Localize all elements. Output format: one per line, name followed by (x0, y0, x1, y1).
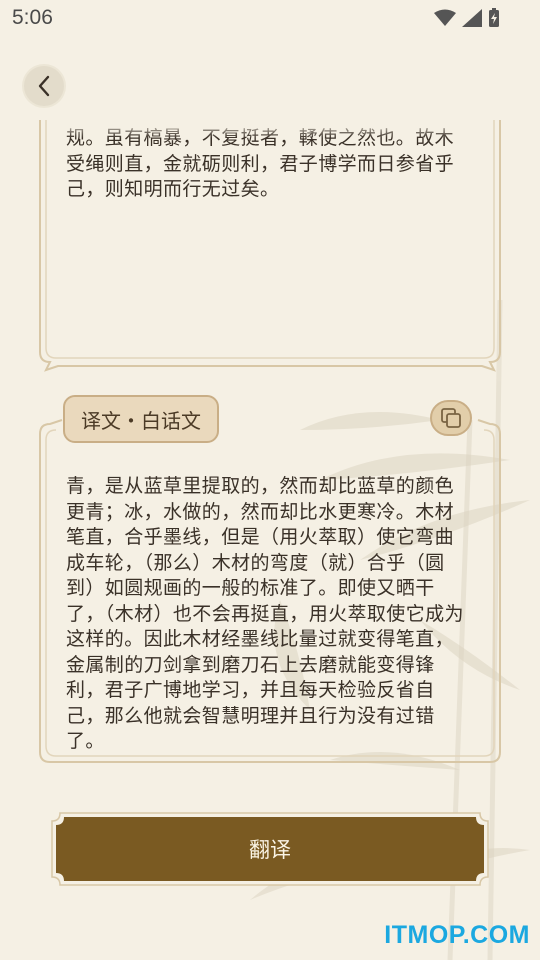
source-text: 规。虽有槁暴，不复挺者，輮使之然也。故木受绳则直，金就砺则利，君子博学而日参省乎… (66, 127, 455, 200)
wifi-icon (434, 9, 456, 26)
source-text-fade (60, 120, 480, 138)
status-bar: 5:06 (0, 0, 540, 38)
translation-card: 青，是从蓝草里提取的，然而却比蓝草的颜色更青；冰，水做的，然而却比水更寒冷。木材… (38, 418, 502, 768)
status-time: 5:06 (12, 6, 53, 29)
status-icons (434, 8, 500, 28)
translation-tag: 译文・白话文 (63, 395, 219, 443)
translate-button[interactable]: 翻译 (50, 811, 490, 887)
translation-tag-label: 译文・白话文 (81, 408, 201, 433)
chevron-left-icon (38, 75, 50, 97)
copy-icon (441, 408, 461, 428)
battery-charging-icon (489, 8, 499, 27)
translate-button-label: 翻译 (249, 838, 291, 862)
signal-icon (462, 9, 482, 27)
back-button[interactable] (24, 66, 64, 106)
copy-button[interactable] (430, 400, 472, 436)
translation-text: 青，是从蓝草里提取的，然而却比蓝草的颜色更青；冰，水做的，然而却比水更寒冷。木材… (66, 475, 464, 752)
source-text-card: 规。虽有槁暴，不复挺者，輮使之然也。故木受绳则直，金就砺则利，君子博学而日参省乎… (38, 120, 502, 372)
watermark: ITMOP.COM (384, 921, 530, 949)
